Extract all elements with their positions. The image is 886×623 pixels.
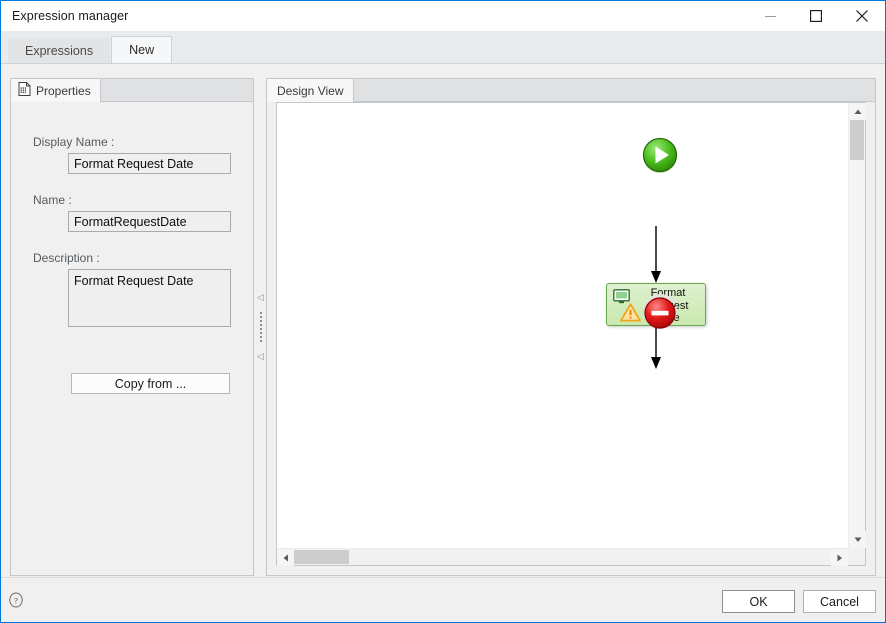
minimize-icon [764, 15, 776, 17]
play-circle-icon [639, 134, 681, 176]
scroll-right-button[interactable] [831, 549, 848, 566]
chevron-down-icon [854, 537, 861, 542]
start-node[interactable] [638, 133, 681, 176]
name-input[interactable] [68, 211, 231, 232]
flow-connectors [651, 226, 661, 369]
ok-button[interactable]: OK [722, 590, 795, 613]
design-tab-bar: Design View [267, 79, 875, 102]
stop-node[interactable] [638, 291, 677, 329]
scroll-vertical-thumb[interactable] [850, 120, 864, 160]
stop-circle-icon [643, 294, 677, 329]
window-controls [747, 1, 885, 31]
name-label: Name : [33, 193, 72, 207]
scroll-horizontal-thumb[interactable] [294, 550, 349, 564]
close-button[interactable] [839, 1, 885, 31]
splitter-collapse-down-icon[interactable]: ◁ [257, 352, 264, 361]
splitter-collapse-up-icon[interactable]: ◁ [257, 293, 264, 302]
properties-tab-bar: Properties [11, 79, 253, 102]
tab-expressions[interactable]: Expressions [8, 38, 111, 64]
minimize-button[interactable] [747, 1, 793, 31]
properties-panel: Properties Display Name : Name : Descrip… [10, 78, 254, 576]
description-label: Description : [33, 251, 100, 265]
description-textarea[interactable] [68, 269, 231, 327]
display-name-input[interactable] [68, 153, 231, 174]
maximize-button[interactable] [793, 1, 839, 31]
scrollbar-corner [848, 548, 865, 565]
properties-form: Display Name : Name : Description : Copy… [11, 102, 253, 575]
scroll-up-button[interactable] [849, 103, 866, 120]
maximize-icon [810, 10, 822, 22]
display-name-label: Display Name : [33, 135, 115, 149]
chevron-left-icon [283, 554, 288, 561]
design-view-tab-label: Design View [277, 83, 344, 98]
tab-design-view[interactable]: Design View [267, 79, 355, 102]
expression-manager-window: Expression manager Expressions New Prope… [0, 0, 886, 623]
panel-splitter[interactable]: ◁ ◁ [255, 78, 266, 576]
scroll-left-button[interactable] [277, 549, 294, 566]
window-title: Expression manager [12, 9, 129, 23]
design-view-container: Format Request Date [276, 102, 866, 566]
grip-dots-icon [259, 312, 262, 342]
tab-properties[interactable]: Properties [11, 79, 101, 102]
dialog-footer: ? OK Cancel [1, 577, 885, 622]
tab-new[interactable]: New [111, 36, 173, 64]
properties-document-icon [18, 82, 31, 99]
design-horizontal-scrollbar[interactable] [277, 548, 848, 566]
close-icon [856, 10, 868, 22]
cancel-button[interactable]: Cancel [803, 590, 876, 613]
design-panel: Design View Format [266, 78, 876, 576]
help-question-icon[interactable]: ? [8, 592, 24, 608]
copy-from-button[interactable]: Copy from ... [71, 373, 230, 394]
design-vertical-scrollbar[interactable] [848, 103, 866, 548]
title-bar: Expression manager [1, 1, 885, 31]
svg-text:?: ? [14, 595, 18, 605]
scroll-down-button[interactable] [849, 531, 866, 548]
chevron-up-icon [854, 109, 861, 114]
chevron-right-icon [837, 554, 842, 561]
design-canvas[interactable]: Format Request Date [277, 103, 848, 548]
client-area: Properties Display Name : Name : Descrip… [1, 63, 885, 577]
properties-tab-label: Properties [36, 83, 91, 98]
main-tab-strip: Expressions New [1, 31, 885, 64]
